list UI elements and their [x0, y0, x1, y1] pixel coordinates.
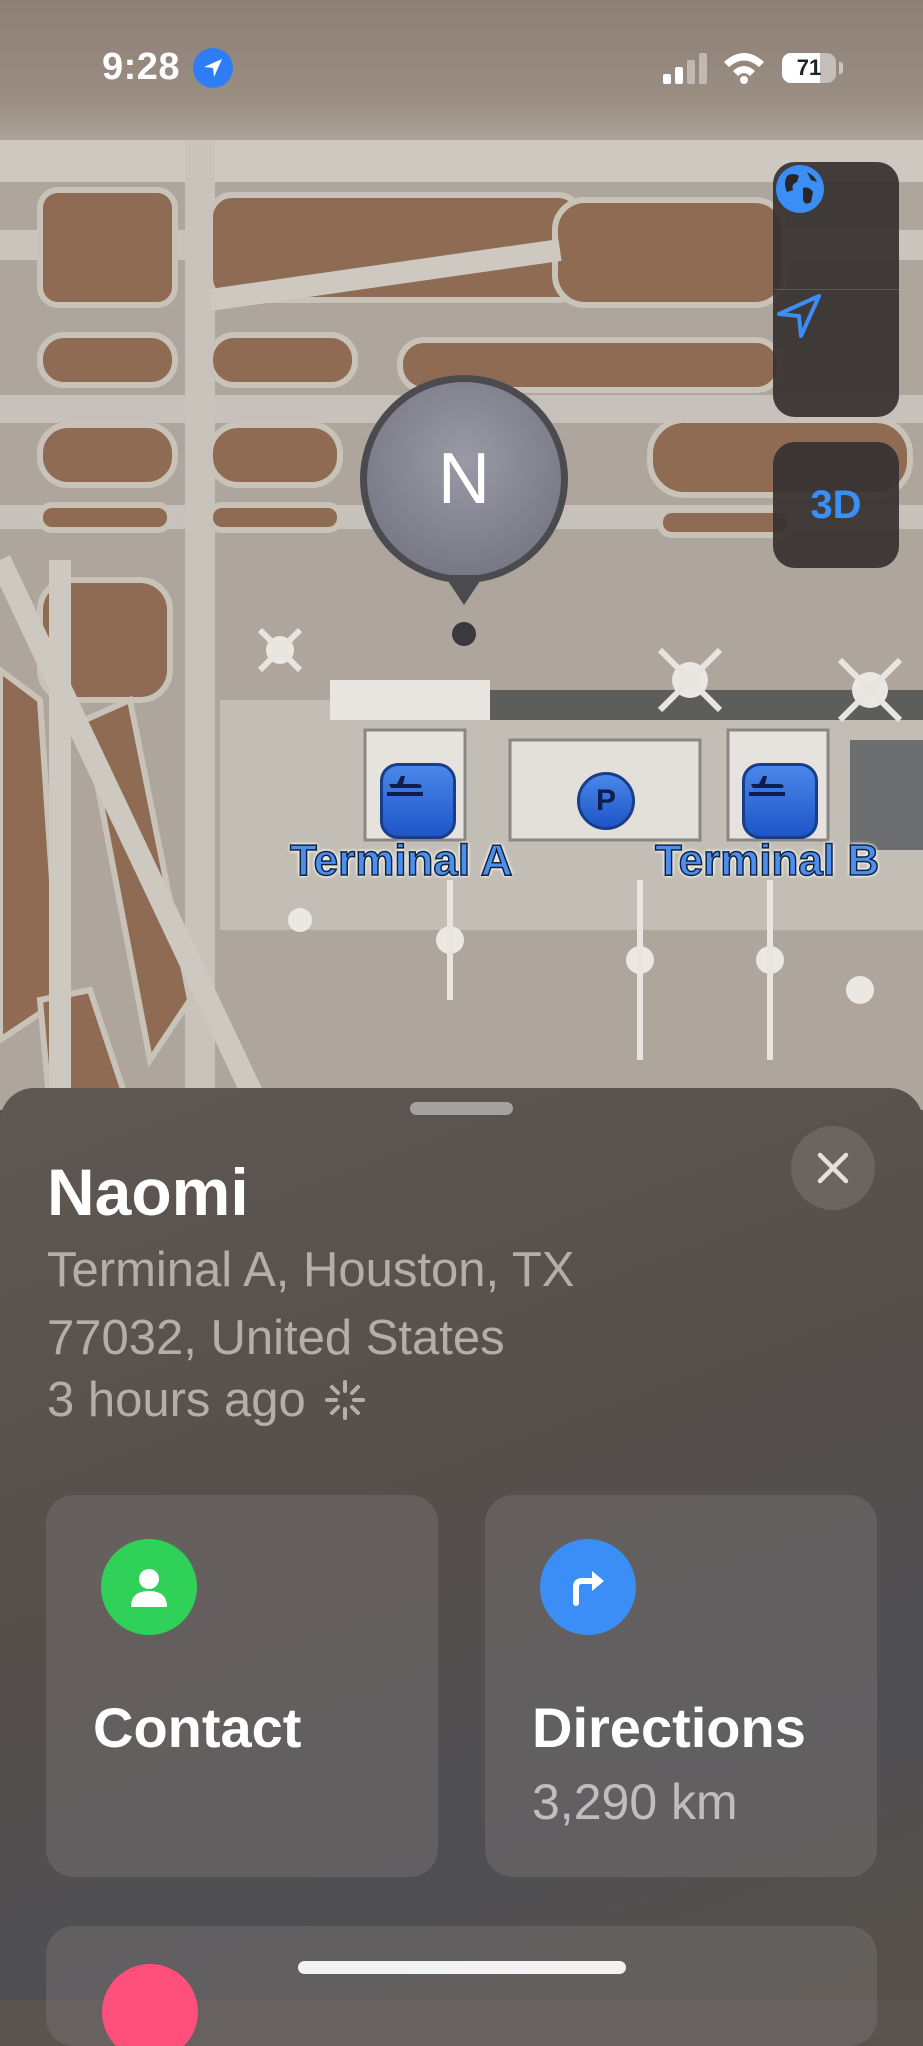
address-line-2: 77032, United States: [47, 1311, 505, 1365]
airport-icon[interactable]: [742, 763, 818, 839]
wifi-icon: [724, 53, 764, 84]
battery-icon: 71: [782, 53, 836, 83]
contact-label: Contact: [93, 1696, 302, 1759]
close-button[interactable]: [791, 1126, 875, 1210]
pin-location-dot: [452, 622, 476, 646]
contact-button[interactable]: Contact: [46, 1495, 438, 1877]
clock: 9:28: [102, 46, 181, 88]
map-view[interactable]: Terminal A P Terminal B N 3D: [0, 0, 923, 1110]
globe-icon: [776, 165, 824, 213]
directions-distance: 3,290 km: [532, 1774, 738, 1830]
directions-label: Directions: [532, 1696, 806, 1759]
close-icon: [817, 1152, 849, 1184]
address-line-1: Terminal A, Houston, TX: [47, 1243, 575, 1297]
person-name: Naomi: [47, 1155, 249, 1229]
map-controls: [773, 162, 899, 417]
battery-percentage: 71: [796, 55, 822, 80]
status-bar: 9:28 71: [0, 40, 923, 100]
address: Terminal A, Houston, TX 77032, United St…: [47, 1236, 747, 1372]
battery-tip: [839, 62, 843, 74]
last-seen-row: 3 hours ago: [47, 1372, 366, 1428]
3d-toggle-button[interactable]: 3D: [773, 442, 899, 568]
parking-icon[interactable]: P: [577, 772, 635, 830]
directions-button[interactable]: Directions 3,290 km: [485, 1495, 877, 1877]
cellular-signal-icon: [663, 53, 707, 84]
notification-icon: [102, 1964, 198, 2046]
person-detail-sheet[interactable]: Naomi Terminal A, Houston, TX 77032, Uni…: [0, 1088, 923, 2046]
home-indicator[interactable]: [298, 1961, 626, 1974]
location-arrow-icon: [777, 294, 821, 338]
airport-icon[interactable]: [380, 763, 456, 839]
location-services-icon: [193, 48, 233, 88]
terminal-a-label[interactable]: Terminal A: [289, 835, 513, 886]
current-location-button[interactable]: [773, 290, 899, 417]
loading-spinner-icon: [324, 1380, 365, 1420]
map-mode-button[interactable]: [773, 162, 899, 289]
terminal-b-label[interactable]: Terminal B: [654, 835, 880, 886]
turn-right-arrow-icon: [540, 1539, 636, 1635]
pin-pointer: [444, 575, 484, 605]
person-icon: [101, 1539, 197, 1635]
person-pin[interactable]: N: [360, 375, 568, 583]
next-action-card[interactable]: [46, 1926, 877, 2046]
sheet-grabber[interactable]: [410, 1102, 513, 1115]
last-seen-time: 3 hours ago: [47, 1373, 306, 1427]
